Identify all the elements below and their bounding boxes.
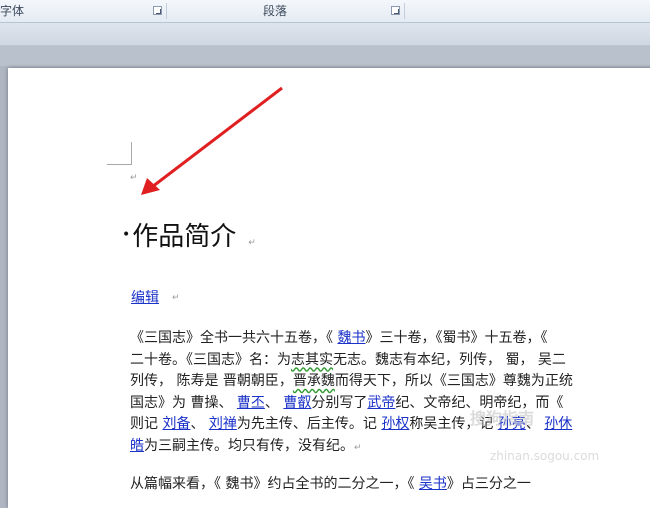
text-run: 、 bbox=[190, 416, 209, 432]
wiki-link[interactable]: 刘禅 bbox=[209, 416, 237, 432]
text-line: 则记 刘备、 刘禅为先主传、后主传。记 孙权称吴主传，记 孙亮、 孙休 bbox=[130, 414, 650, 436]
grammar-flagged-text: 志其实 bbox=[291, 351, 333, 368]
text-run: 从篇幅来看，《 魏书》约占全书的二分之一，《 bbox=[130, 476, 419, 492]
text-run: 则记 bbox=[130, 416, 163, 432]
wiki-link[interactable]: 刘备 bbox=[162, 416, 190, 432]
text-run: 分别写了 bbox=[311, 394, 368, 411]
wiki-link[interactable]: 武帝 bbox=[367, 395, 395, 411]
toolbar-band bbox=[0, 23, 650, 46]
paragraph-dialog-launcher-icon[interactable] bbox=[391, 6, 400, 15]
text-run: 国志》为 曹操、 bbox=[130, 394, 237, 411]
ribbon-separator bbox=[166, 3, 167, 19]
edit-link[interactable]: 编辑 bbox=[131, 287, 159, 307]
ribbon-separator bbox=[404, 3, 405, 19]
text-run: 纪、文帝纪、明帝纪，而《 bbox=[395, 394, 564, 411]
wiki-link[interactable]: 曹丕 bbox=[237, 395, 265, 411]
text-line: 国志》为 曹操、 曹丕、 曹叡分别写了武帝纪、文帝纪、明帝纪，而《 bbox=[130, 393, 650, 415]
wiki-link[interactable]: 皓 bbox=[130, 438, 144, 454]
heading-text: 作品简介 bbox=[132, 222, 237, 252]
wiki-link[interactable]: 吴书 bbox=[419, 476, 447, 492]
grammar-flagged-text: 晋承魏 bbox=[292, 373, 335, 389]
text-run: 、 bbox=[525, 416, 545, 432]
paragraph-group-label: 段落 bbox=[263, 4, 288, 18]
text-run: 、 bbox=[264, 394, 284, 411]
text-line: 《三国志》全书一共六十五卷，《 魏书》三十卷，《蜀书》十五卷，《 bbox=[130, 328, 650, 350]
wiki-link[interactable]: 孙权 bbox=[381, 416, 409, 432]
paragraph-mark: ↵ bbox=[354, 442, 362, 453]
ribbon-group-labels: 字体 段落 bbox=[0, 0, 650, 23]
text-line: 列传， 陈寿是 晋朝朝臣，晋承魏而得天下，所以《三国志》尊魏为正统 bbox=[130, 371, 650, 393]
wiki-link[interactable]: 孙休 bbox=[544, 416, 572, 432]
paragraph-mark: ↵ bbox=[172, 293, 180, 303]
text-run: 》三十卷，《蜀书》十五卷，《 bbox=[365, 330, 548, 346]
document-heading[interactable]: •作品简介 ↵ bbox=[122, 221, 256, 259]
text-run: 列传， 陈寿是 晋朝朝臣， bbox=[130, 373, 293, 389]
text-run: 而得天下，所以《三国志》尊魏为正统 bbox=[334, 373, 573, 389]
intro-paragraph[interactable]: 《三国志》全书一共六十五卷，《 魏书》三十卷，《蜀书》十五卷，《 二十卷。《三国志… bbox=[130, 328, 650, 457]
text-run: 无志。魏志有本纪，列传， 蜀， 吴二 bbox=[333, 351, 566, 368]
text-run: 二十卷。《三国志》名：为 bbox=[130, 351, 291, 368]
margin-corner-mark bbox=[107, 142, 132, 165]
heading-bullet: • bbox=[122, 227, 131, 243]
ruler-strip bbox=[0, 46, 650, 66]
wiki-link[interactable]: 孙亮 bbox=[498, 416, 526, 432]
text-line: 二十卷。《三国志》名：为志其实无志。魏志有本纪，列传， 蜀， 吴二 bbox=[130, 350, 650, 372]
text-line: 皓为三嗣主传。均只有传，没有纪。↵ bbox=[130, 436, 650, 458]
text-run: 称吴主传，记 bbox=[409, 416, 498, 432]
text-run: 为先主传、后主传。记 bbox=[236, 416, 382, 432]
font-dialog-launcher-icon[interactable] bbox=[153, 6, 162, 15]
font-group-label: 字体 bbox=[0, 4, 25, 18]
text-run: 《三国志》全书一共六十五卷，《 bbox=[130, 330, 338, 346]
wiki-link[interactable]: 曹叡 bbox=[283, 395, 311, 411]
text-run: 》占三分之一 bbox=[446, 476, 531, 492]
next-paragraph[interactable]: 从篇幅来看，《 魏书》约占全书的二分之一，《 吴书》占三分之一 bbox=[130, 473, 531, 493]
wiki-link[interactable]: 魏书 bbox=[337, 330, 365, 346]
text-run: 为三嗣主传。均只有传，没有纪。 bbox=[144, 437, 354, 454]
paragraph-mark: ↵ bbox=[248, 238, 256, 248]
paragraph-mark: ↵ bbox=[130, 173, 138, 183]
